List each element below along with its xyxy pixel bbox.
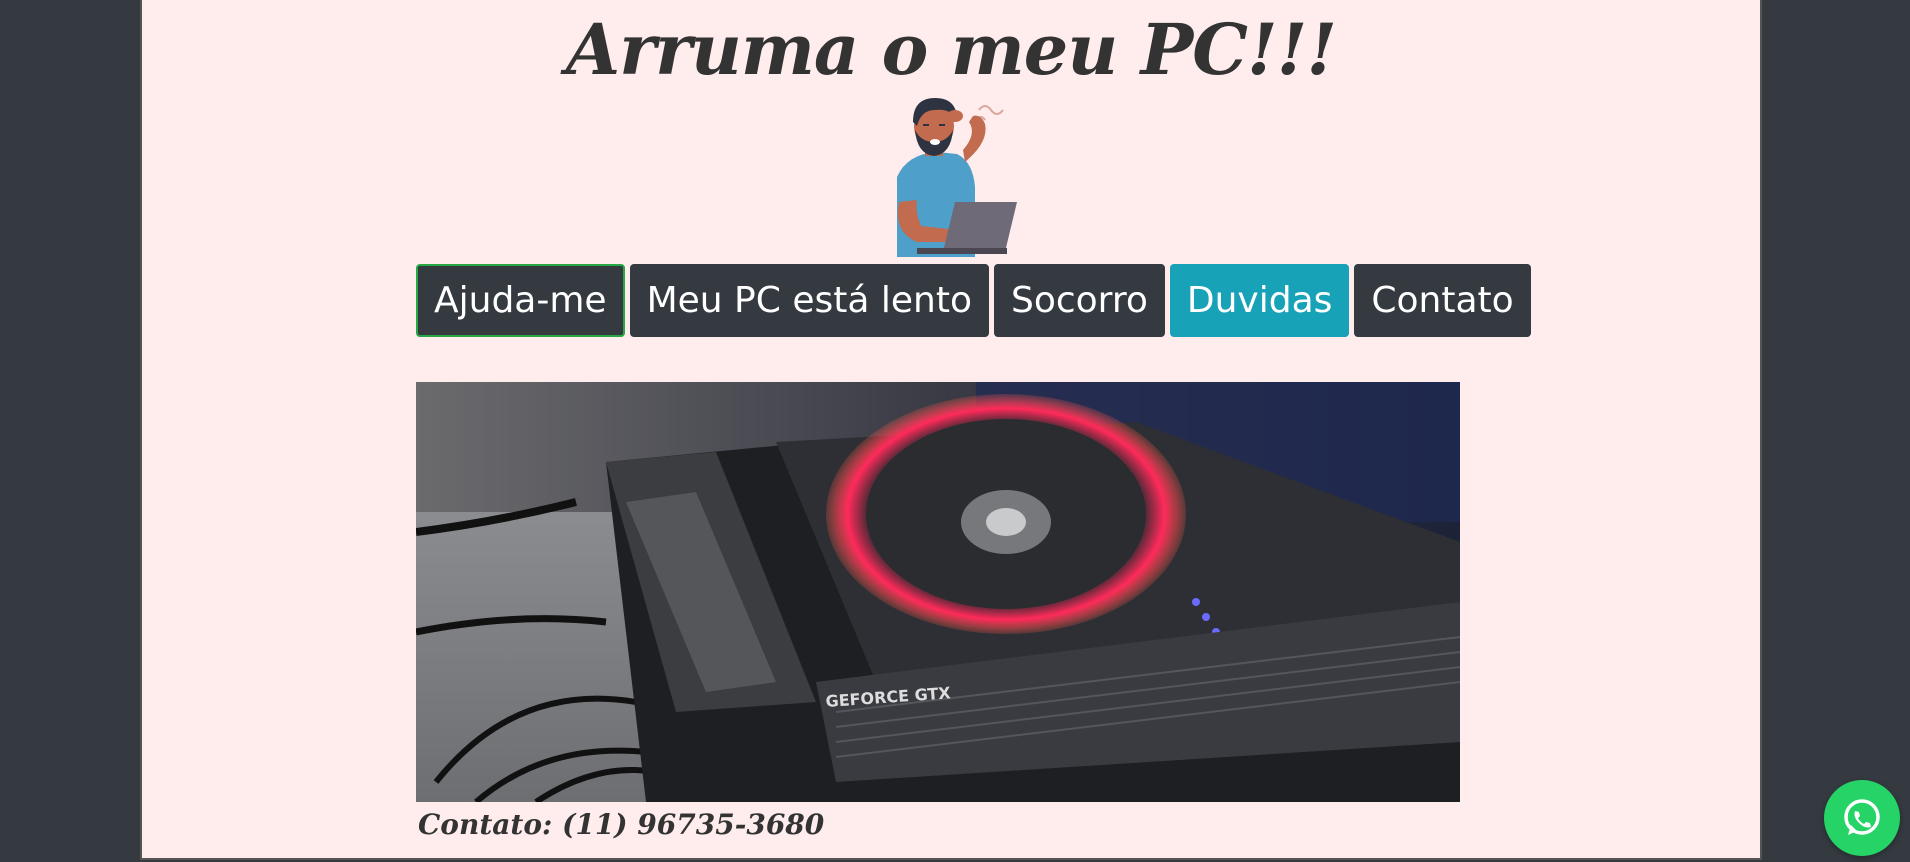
page-container: Arruma o meu PC!!! Ajuda-me Meu PC está … bbox=[140, 0, 1762, 860]
nav-button-meu-pc-lento[interactable]: Meu PC está lento bbox=[629, 264, 989, 337]
nav-button-duvidas[interactable]: Duvidas bbox=[1169, 264, 1350, 337]
whatsapp-button[interactable] bbox=[1824, 780, 1900, 856]
page-title: Arruma o meu PC!!! bbox=[565, 8, 1337, 91]
nav-button-contato[interactable]: Contato bbox=[1354, 264, 1531, 337]
stressed-man-laptop-icon bbox=[897, 98, 1017, 257]
contact-text: Contato: (11) 96735-3680 bbox=[418, 808, 825, 841]
main-nav: Ajuda-me Meu PC está lento Socorro Duvid… bbox=[416, 264, 1531, 337]
nav-button-socorro[interactable]: Socorro bbox=[993, 264, 1165, 337]
graphics-card-photo: GEFORCE GTX bbox=[416, 382, 1460, 802]
whatsapp-icon bbox=[1844, 799, 1880, 835]
nav-button-ajuda-me[interactable]: Ajuda-me bbox=[416, 264, 625, 337]
